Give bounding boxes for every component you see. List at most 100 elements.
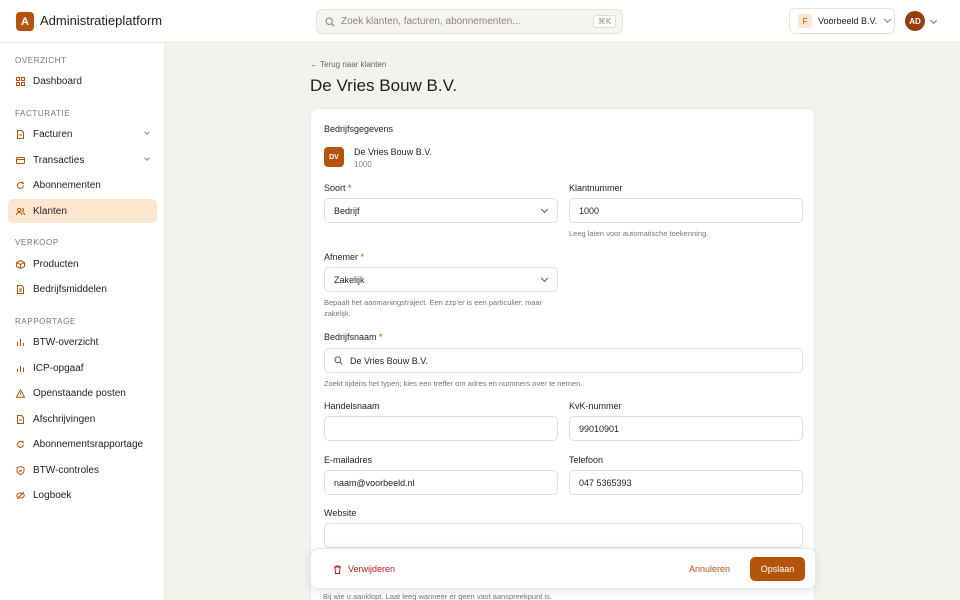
sidebar-item-label: ICP-opgaaf [33,362,84,374]
bedrijfsnaam-value: De Vries Bouw B.V. [350,355,428,366]
sidebar-item-label: Abonnementsrapportage [33,438,144,450]
soort-value: Bedrijf [334,205,360,216]
company-number: 1000 [354,160,372,169]
kvk-label: KvK-nummer [569,401,622,411]
trash-icon [334,565,341,574]
grid-icon [16,76,25,86]
sidebar-section-label: VERKOOP [15,238,59,247]
document-icon [16,414,25,424]
sidebar-item-transacties[interactable]: Transacties [8,148,157,172]
file-icon [16,284,25,294]
handelsnaam-field[interactable] [324,416,558,441]
refresh-icon [16,440,25,449]
sidebar-item-btw-overzicht[interactable]: BTW-overzicht [8,330,157,354]
sidebar-item-bedrijfsmiddelen[interactable]: Bedrijfsmiddelen [8,277,157,301]
global-search[interactable]: ⌘K [316,9,623,34]
chevron-down-icon [884,15,892,24]
page-title: De Vries Bouw B.V. [310,76,458,95]
chevron-down-icon [144,155,150,161]
sidebar-item-openstaande-posten[interactable]: Openstaande posten [8,381,157,405]
chevron-down-icon[interactable] [929,16,938,25]
afnemer-label: Afnemer * [324,252,365,262]
bedrijfsnaam-hint: Zoekt tijdens het typen; kies een treffe… [324,379,583,388]
form-action-bar: Verwijderen Annuleren Opslaan [310,548,816,589]
sidebar-section-label: RAPPORTAGE [15,317,76,326]
chevron-down-icon [540,205,549,214]
shield-icon [16,465,25,475]
org-badge: F [798,14,812,28]
back-link[interactable]: ← Terug naar klanten [310,60,386,69]
sidebar-section-label: OVERZICHT [15,56,67,65]
afnemer-value: Zakelijk [334,274,365,285]
card-title: Bedrijfsgegevens [324,124,394,134]
email-value: naam@voorbeeld.nl [334,477,415,488]
box-icon [16,259,25,269]
search-shortcut: ⌘K [592,15,616,28]
sidebar-item-producten[interactable]: Producten [8,252,157,276]
telefoon-field[interactable]: 047 5365393 [569,470,803,495]
email-label: E-mailadres [324,455,373,465]
sidebar-item-facturen[interactable]: Facturen [8,122,157,146]
sidebar: OVERZICHT Dashboard FACTURATIE Facturen … [0,43,165,600]
sidebar-item-label: Facturen [33,128,73,140]
soort-select[interactable]: Bedrijf [324,198,558,223]
afnemer-select[interactable]: Zakelijk [324,267,558,292]
klantnummer-value: 1000 [579,205,600,216]
sidebar-item-icp-opgaaf[interactable]: ICP-opgaaf [8,356,157,380]
org-name: Voorbeeld B.V. [818,16,878,26]
sidebar-item-btw-controles[interactable]: BTW-controles [8,458,157,482]
sidebar-item-label: BTW-overzicht [33,336,99,348]
klantnummer-field[interactable]: 1000 [569,198,803,223]
sidebar-item-dashboard[interactable]: Dashboard [8,69,157,93]
app-title: Administratieplatform [40,13,163,28]
top-header: A Administratieplatform ⌘K F Voorbeeld B… [0,0,960,43]
sidebar-item-label: Producten [33,258,79,270]
eye-off-icon [16,491,25,500]
search-input[interactable] [341,16,591,27]
company-avatar: DV [324,147,344,167]
kvk-value: 99010901 [579,423,620,434]
sidebar-item-label: Logboek [33,489,72,501]
sidebar-item-afschrijvingen[interactable]: Afschrijvingen [8,407,157,431]
sidebar-item-abonnementen[interactable]: Abonnementen [8,173,157,197]
cancel-button[interactable]: Annuleren [689,564,730,574]
email-field[interactable]: naam@voorbeeld.nl [324,470,558,495]
app-logo[interactable]: A [16,12,34,31]
document-icon [16,129,25,139]
sidebar-item-abonnementsrapportage[interactable]: Abonnementsrapportage [8,432,157,456]
search-icon [325,16,335,27]
sidebar-item-label: Bedrijfsmiddelen [33,283,107,295]
sidebar-item-label: Klanten [33,205,67,217]
website-field[interactable] [324,523,803,548]
user-avatar[interactable]: AD [905,11,925,31]
sidebar-item-label: Openstaande posten [33,387,126,399]
afnemer-hint: Bepaalt het aanmaningstraject. Een zzp'e… [324,298,543,318]
card-icon [16,156,25,165]
sidebar-section-label: FACTURATIE [15,109,71,118]
save-button[interactable]: Opslaan [750,557,805,581]
sidebar-item-label: Dashboard [33,75,82,87]
users-icon [16,207,25,216]
company-name: De Vries Bouw B.V. [354,147,432,157]
bedrijfsnaam-search-field[interactable]: De Vries Bouw B.V. [324,348,803,373]
delete-button[interactable]: Verwijderen [333,564,395,574]
sidebar-item-label: Abonnementen [33,179,101,191]
kvk-field[interactable]: 99010901 [569,416,803,441]
search-icon [334,356,343,365]
sidebar-item-klanten[interactable]: Klanten [8,199,157,223]
telefoon-label: Telefoon [569,455,604,465]
refresh-icon [16,181,25,190]
website-label: Website [324,508,357,518]
bar-chart-icon [16,338,25,347]
klantnummer-label: Klantnummer [569,183,623,193]
handelsnaam-label: Handelsnaam [324,401,380,411]
bedrijfsnaam-label: Bedrijfsnaam * [324,332,383,342]
chevron-down-icon [540,274,549,283]
sidebar-item-logboek[interactable]: Logboek [8,483,157,507]
sidebar-item-label: BTW-controles [33,464,99,476]
company-details-card: Bedrijfsgegevens DV De Vries Bouw B.V. 1… [310,108,815,600]
chevron-down-icon [144,129,150,135]
org-switcher[interactable]: F Voorbeeld B.V. [789,8,895,34]
website-hint: Bij wie u aanklopt. Laat leeg wanneer er… [323,592,552,600]
warning-icon [16,388,25,398]
